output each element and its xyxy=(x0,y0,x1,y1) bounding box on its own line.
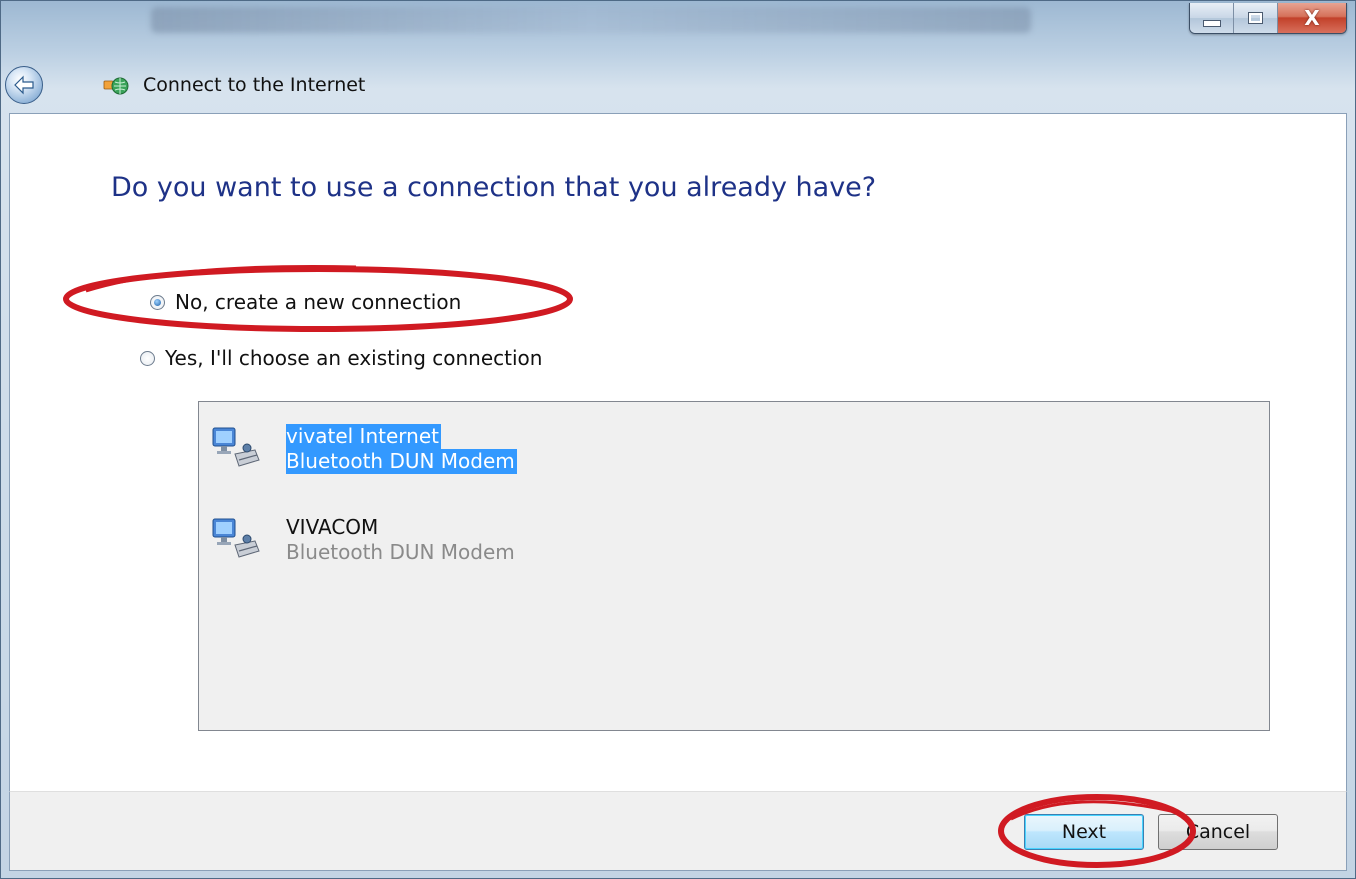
page-heading: Do you want to use a connection that you… xyxy=(111,172,877,203)
list-item[interactable]: vivatel Internet Bluetooth DUN Modem xyxy=(211,424,517,474)
option-existing[interactable]: Yes, I'll choose an existing connection xyxy=(140,346,542,370)
minimize-button[interactable] xyxy=(1190,3,1234,33)
connection-name: vivatel Internet xyxy=(286,424,441,449)
wizard-header: Connect to the Internet xyxy=(1,63,1355,111)
radio-existing[interactable] xyxy=(140,350,155,366)
close-icon: X xyxy=(1304,6,1320,30)
radio-create-new[interactable] xyxy=(150,294,165,310)
option-existing-label: Yes, I'll choose an existing connection xyxy=(165,346,543,370)
close-button[interactable]: X xyxy=(1278,3,1346,33)
title-bar-background xyxy=(151,7,1031,33)
next-button[interactable]: Next xyxy=(1024,814,1144,850)
wizard-title: Connect to the Internet xyxy=(143,74,366,96)
connection-type: Bluetooth DUN Modem xyxy=(286,449,517,474)
caption-buttons: X xyxy=(1189,3,1347,34)
network-modem-icon xyxy=(212,427,260,467)
network-globe-icon xyxy=(103,77,129,95)
connection-name: VIVACOM xyxy=(286,515,379,539)
minimize-icon xyxy=(1202,19,1221,27)
wizard-footer: Next Cancel xyxy=(9,791,1347,871)
maximize-button[interactable] xyxy=(1234,3,1278,33)
wizard-content: Do you want to use a connection that you… xyxy=(9,113,1347,793)
maximize-icon xyxy=(1248,12,1263,24)
connection-type: Bluetooth DUN Modem xyxy=(286,540,515,564)
connection-list[interactable]: vivatel Internet Bluetooth DUN Modem VIV… xyxy=(198,401,1270,731)
option-create-new-label: No, create a new connection xyxy=(175,290,462,314)
list-item[interactable]: VIVACOM Bluetooth DUN Modem xyxy=(211,515,515,565)
network-modem-icon xyxy=(212,518,260,558)
title-bar[interactable]: X xyxy=(1,1,1355,59)
option-create-new[interactable]: No, create a new connection xyxy=(150,290,461,314)
cancel-button[interactable]: Cancel xyxy=(1158,814,1278,850)
wizard-window: X Connect to the Internet Do you want to… xyxy=(0,0,1356,879)
